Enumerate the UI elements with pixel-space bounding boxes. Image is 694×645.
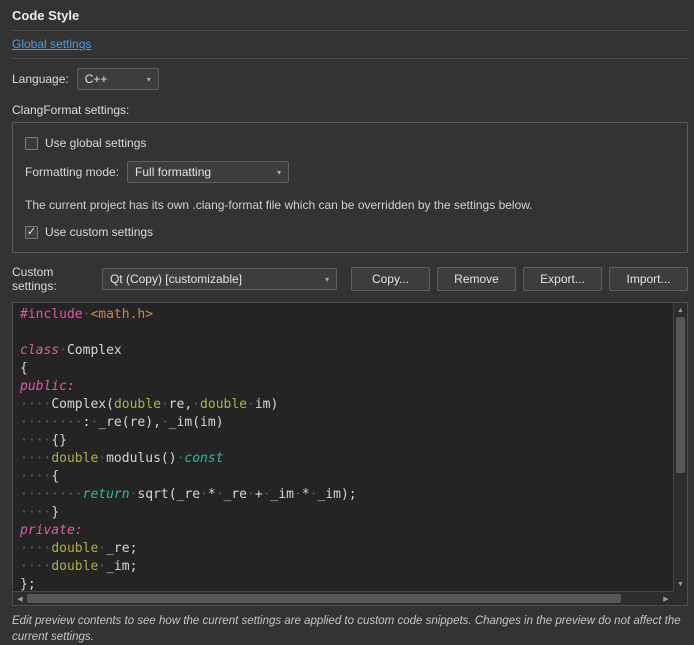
page-title: Code Style [12, 8, 688, 23]
footer-note: Edit preview contents to see how the cur… [12, 614, 688, 645]
custom-settings-label: Custom settings: [12, 265, 95, 293]
separator [12, 58, 688, 59]
vertical-scrollbar[interactable]: ▲ ▼ [673, 303, 687, 591]
scrollbar-corner [673, 591, 687, 605]
use-global-settings-checkbox[interactable] [25, 137, 38, 150]
vertical-scroll-track[interactable] [674, 317, 687, 577]
chevron-down-icon: ▾ [147, 75, 151, 84]
clangformat-groupbox: Use global settings Formatting mode: Ful… [12, 122, 688, 253]
horizontal-scroll-track[interactable] [27, 592, 659, 605]
use-custom-settings-checkbox-row[interactable]: ✓ Use custom settings [25, 225, 675, 239]
custom-settings-row: Custom settings: Qt (Copy) [customizable… [12, 265, 688, 293]
custom-settings-select[interactable]: Qt (Copy) [customizable] ▾ [102, 268, 337, 290]
scroll-right-icon[interactable]: ▶ [659, 592, 673, 605]
horizontal-scroll-thumb[interactable] [27, 594, 621, 603]
horizontal-scrollbar[interactable]: ◀ ▶ [13, 591, 673, 605]
chevron-down-icon: ▾ [325, 275, 329, 284]
code-preview-editor: #include·<math.h> class·Complex{public:·… [12, 302, 688, 606]
remove-button[interactable]: Remove [437, 267, 516, 291]
import-button[interactable]: Import... [609, 267, 688, 291]
separator [12, 30, 688, 31]
formatting-mode-value: Full formatting [135, 165, 211, 179]
code-preview-text[interactable]: #include·<math.h> class·Complex{public:·… [13, 303, 673, 591]
global-settings-link[interactable]: Global settings [12, 37, 91, 51]
code-style-settings-page: Code Style Global settings Language: C++… [0, 0, 694, 645]
language-label: Language: [12, 72, 69, 86]
language-select[interactable]: C++ ▾ [77, 68, 159, 90]
language-select-value: C++ [85, 72, 108, 86]
copy-button[interactable]: Copy... [351, 267, 430, 291]
scroll-up-icon[interactable]: ▲ [674, 303, 687, 317]
use-global-settings-label: Use global settings [45, 136, 146, 150]
use-custom-settings-checkbox[interactable]: ✓ [25, 226, 38, 239]
formatting-mode-label: Formatting mode: [25, 165, 119, 179]
custom-settings-value: Qt (Copy) [customizable] [110, 272, 242, 286]
clangformat-section-label: ClangFormat settings: [12, 103, 688, 117]
language-row: Language: C++ ▾ [12, 68, 688, 90]
formatting-mode-select[interactable]: Full formatting ▾ [127, 161, 289, 183]
use-custom-settings-label: Use custom settings [45, 225, 153, 239]
scroll-down-icon[interactable]: ▼ [674, 577, 687, 591]
scroll-left-icon[interactable]: ◀ [13, 592, 27, 605]
export-button[interactable]: Export... [523, 267, 602, 291]
clang-format-info-text: The current project has its own .clang-f… [25, 198, 675, 212]
use-global-settings-checkbox-row[interactable]: Use global settings [25, 136, 675, 150]
chevron-down-icon: ▾ [277, 168, 281, 177]
vertical-scroll-thumb[interactable] [676, 317, 685, 473]
formatting-mode-row: Formatting mode: Full formatting ▾ [25, 161, 675, 183]
